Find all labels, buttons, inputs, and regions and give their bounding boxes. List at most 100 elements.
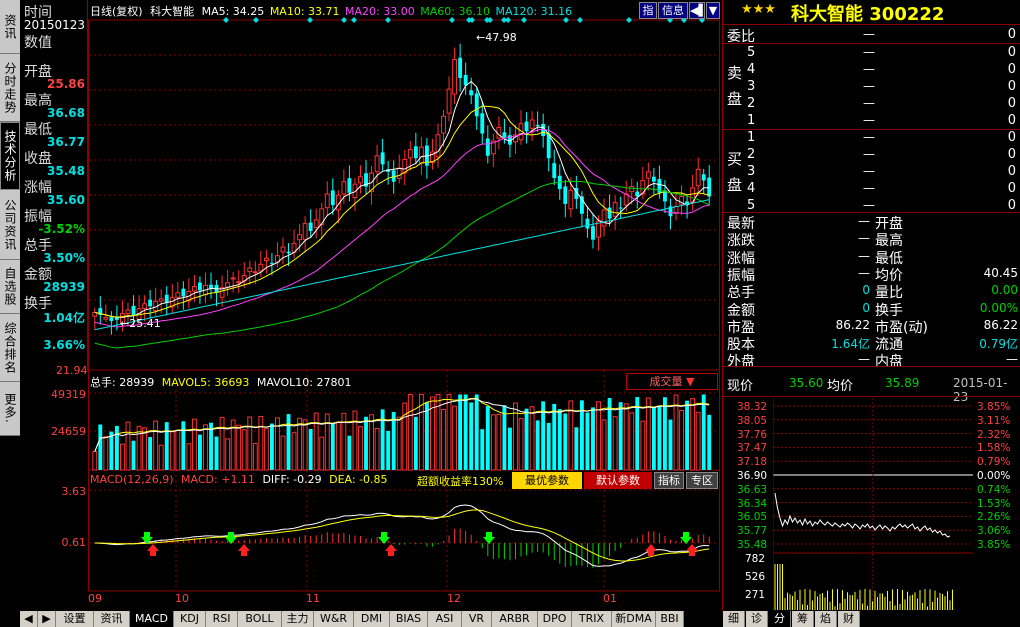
quote-tab[interactable]: 筹 <box>792 611 814 627</box>
stat-value-right: 0.00% <box>979 300 1018 315</box>
stat-value: — <box>858 231 870 246</box>
indicator-tab[interactable]: BIAS <box>390 611 428 627</box>
sell-level-5: 5 <box>747 45 756 60</box>
info-value-2: 36.68 <box>47 106 85 120</box>
stat-value: 0 <box>862 283 870 298</box>
divider <box>723 24 1020 25</box>
macd-value-label: MACD: +1.11 <box>181 473 255 486</box>
stat-value: 0 <box>862 300 870 315</box>
indicator-tab[interactable]: MACD <box>130 611 174 627</box>
divider <box>723 212 1020 213</box>
side-tab-2[interactable]: 技术分析 <box>0 122 20 190</box>
mini-pct-tick: 0.00% <box>977 470 1011 482</box>
indicator-list-button[interactable]: 指标 <box>654 472 684 489</box>
current-price-label: 现价 <box>727 379 754 394</box>
best-params-button[interactable]: 最优参数 <box>512 472 582 489</box>
volume-y-top-label: 49319 <box>51 388 86 401</box>
info-value-4: 35.48 <box>47 164 85 178</box>
side-tab-0[interactable]: 资讯 <box>0 0 20 54</box>
buy-volume: 0 <box>1007 198 1016 213</box>
price-axis-bottom-label: 21.94 <box>56 364 88 377</box>
scroll-left-icon[interactable]: ◀ <box>20 611 38 627</box>
quote-panel: ★★★ 科大智能 300222 委比 —0 卖盘 5—0 4—0 3—0 2—0 1—0 买盘 1… <box>722 0 1020 627</box>
buy-level-1: 1 <box>747 130 756 145</box>
stat-value-right: — <box>1006 352 1018 367</box>
indicator-tab[interactable]: DMI <box>354 611 390 627</box>
buy-volume: 0 <box>1007 147 1016 162</box>
info-value-10: 3.66% <box>43 338 85 352</box>
stat-value: — <box>858 265 870 280</box>
indicator-tab[interactable]: 新DMA <box>612 611 656 627</box>
info-value-9: 1.04亿 <box>43 311 85 325</box>
buy-price: — <box>863 181 875 195</box>
mini-pct-tick: 3.85% <box>977 539 1011 551</box>
time-value: 20150123 <box>23 18 85 32</box>
intraday-mini-chart[interactable] <box>773 398 973 610</box>
mini-pct-tick: 2.26% <box>977 511 1011 524</box>
volume-indicator-select[interactable]: 成交量 ▼ <box>626 373 718 390</box>
indicator-tab[interactable]: W&R <box>314 611 354 627</box>
sell-volume: 0 <box>1007 79 1016 94</box>
mini-volume-tick: 782 <box>745 553 766 565</box>
sell-volume: 0 <box>1007 45 1016 60</box>
x-axis-label: 09 <box>88 592 102 605</box>
indicator-tab[interactable]: DPO <box>538 611 572 627</box>
sell-level-2: 2 <box>747 96 756 111</box>
volume-header: 总手: 28939 MAVOL5: 36693 MAVOL10: 27801 <box>90 374 351 390</box>
buy-price: — <box>863 164 875 178</box>
scroll-right-icon[interactable]: ▶ <box>38 611 56 627</box>
indicator-tab[interactable]: 设置 <box>56 611 94 627</box>
ma-header: 日线(复权) 科大智能 MA5: 34.25 MA10: 33.71 MA20:… <box>90 3 572 19</box>
indicator-tab[interactable]: BBI <box>656 611 684 627</box>
indicator-tab[interactable]: 资讯 <box>94 611 130 627</box>
quote-tab[interactable]: 财 <box>838 611 860 627</box>
indicator-tab[interactable]: BOLL <box>238 611 282 627</box>
mini-pct-tick: 1.58% <box>977 442 1011 455</box>
x-axis-label: 11 <box>306 592 320 605</box>
avg-price-label: 均价 <box>827 379 854 394</box>
info-value-8: 28939 <box>43 280 85 294</box>
mini-price-tick: 37.18 <box>737 456 768 469</box>
collapse-panel-icon[interactable]: ◀▌ <box>689 2 707 19</box>
indicator-button[interactable]: 指 <box>639 2 657 19</box>
mini-price-tick: 37.47 <box>737 442 768 455</box>
divider <box>723 43 1020 44</box>
indicator-tab[interactable]: KDJ <box>174 611 206 627</box>
kline-chart-area[interactable] <box>88 0 720 611</box>
indicator-tab[interactable]: TRIX <box>572 611 612 627</box>
x-axis-label: 10 <box>175 592 189 605</box>
sell-volume: 0 <box>1007 62 1016 77</box>
indicator-tab[interactable]: RSI <box>206 611 238 627</box>
quote-tab[interactable]: 诊 <box>746 611 768 627</box>
sell-volume: 0 <box>1007 96 1016 111</box>
indicator-tab[interactable]: 主力 <box>282 611 314 627</box>
ma60-label: MA60: 36.10 <box>420 5 490 18</box>
side-tab-3[interactable]: 公司资讯 <box>0 190 20 260</box>
buy-level-3: 3 <box>747 164 756 179</box>
quote-tab[interactable]: 分 <box>769 611 791 627</box>
side-tab-4[interactable]: 自选股 <box>0 260 20 314</box>
dea-value-label: DEA: -0.85 <box>329 473 388 486</box>
info-button[interactable]: 信息 <box>658 2 688 19</box>
stat-label-right: 内盘 <box>875 354 903 371</box>
indicator-tab[interactable]: VR <box>462 611 492 627</box>
indicator-tab[interactable]: ARBR <box>492 611 538 627</box>
divider <box>723 396 1020 397</box>
default-params-button[interactable]: 默认参数 <box>584 472 652 489</box>
indicator-tab[interactable]: ASI <box>428 611 462 627</box>
side-tab-6[interactable]: 更多. <box>0 382 20 436</box>
special-zone-button[interactable]: 专区 <box>686 472 718 489</box>
period-label[interactable]: 日线(复权) <box>90 5 143 18</box>
dropdown-arrow-icon[interactable]: ▼ <box>706 2 720 19</box>
mini-volume-tick: 271 <box>745 589 766 601</box>
side-tab-5[interactable]: 综合排名 <box>0 314 20 382</box>
quote-tab[interactable]: 焰 <box>815 611 837 627</box>
side-tab-1[interactable]: 分时走势 <box>0 54 20 122</box>
sell-price: — <box>863 62 875 76</box>
buy-level-2: 2 <box>747 147 756 162</box>
quote-tab[interactable]: 细 <box>723 611 745 627</box>
buy-level-4: 4 <box>747 181 756 196</box>
macd-y-top-label: 3.63 <box>61 485 87 498</box>
excess-return-label: 超额收益率130% <box>417 475 504 488</box>
stat-value-right: 86.22 <box>983 317 1018 332</box>
